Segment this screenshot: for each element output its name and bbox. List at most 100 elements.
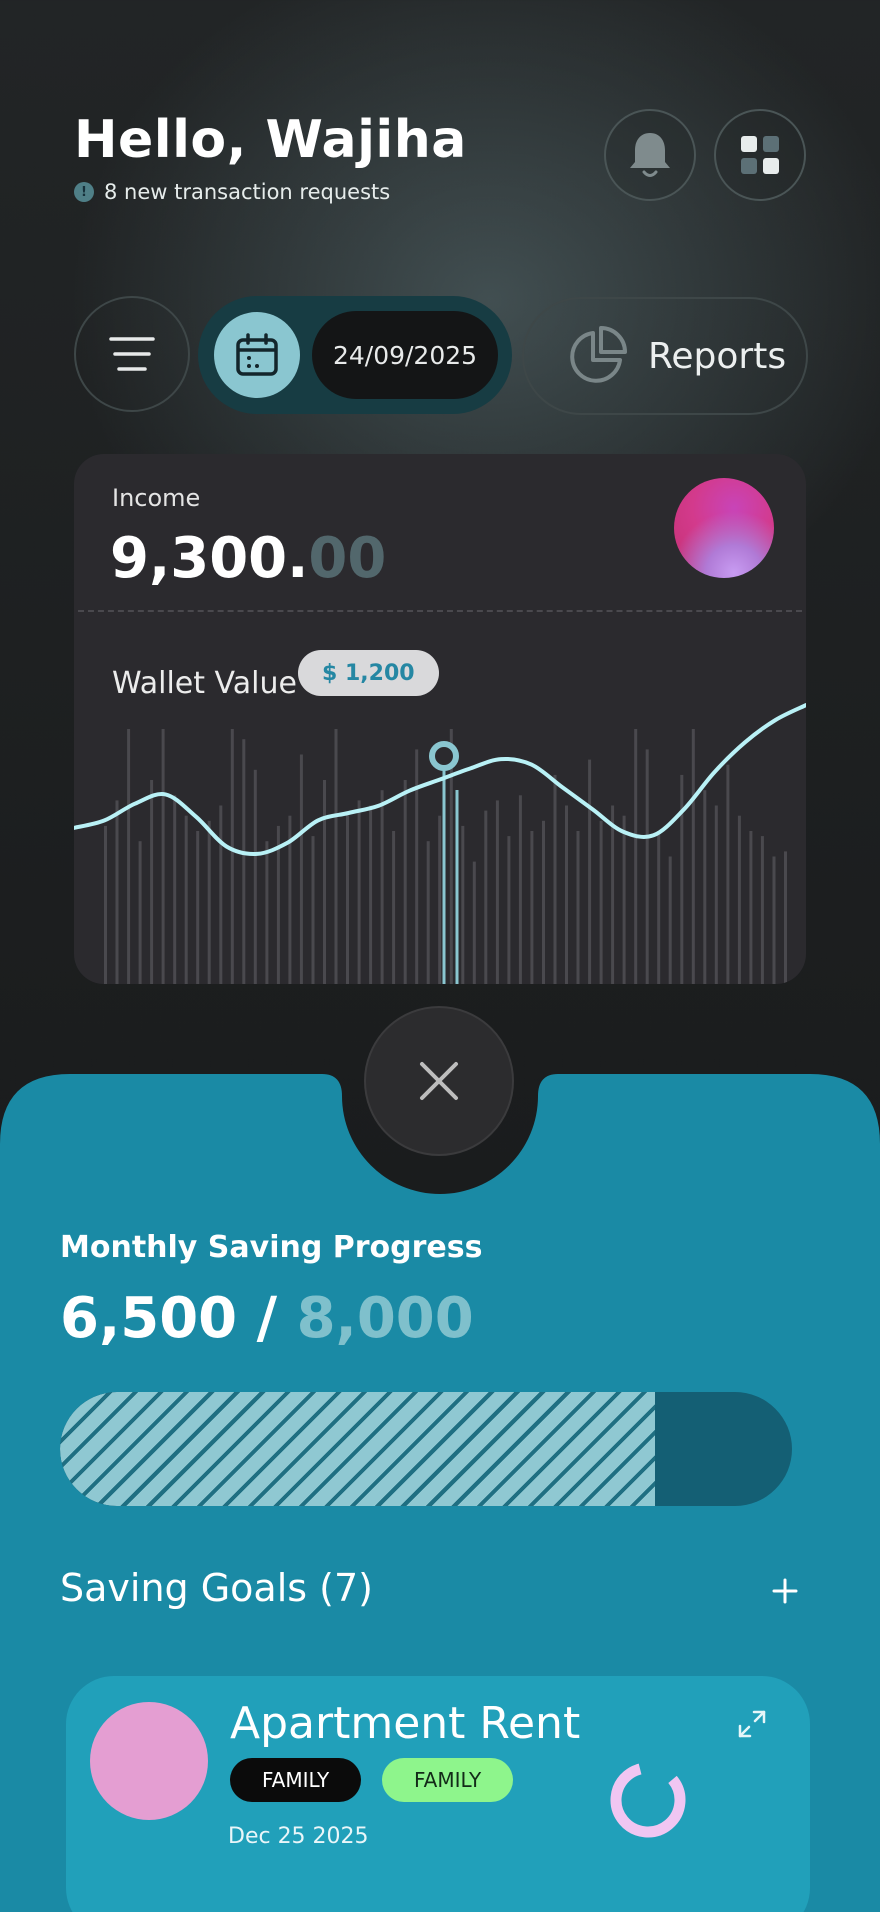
chart-bar (173, 795, 177, 984)
add-goal-button[interactable] (760, 1566, 810, 1616)
chart-bar (565, 805, 568, 984)
chart-bar (253, 769, 257, 984)
calendar-icon (236, 333, 278, 376)
calendar-button[interactable] (214, 312, 300, 398)
chart-bar (357, 800, 361, 984)
chart-bar (703, 790, 707, 984)
chart-bar (299, 754, 303, 984)
chart-bar (380, 790, 384, 984)
divider (78, 610, 802, 612)
chart-bar (749, 831, 753, 984)
chart-bar (542, 820, 545, 984)
goal-tag[interactable]: FAMILY (230, 1758, 362, 1802)
plus-icon (772, 1578, 798, 1604)
date-value[interactable]: 24/09/2025 (312, 311, 498, 399)
chart-bar (138, 841, 142, 984)
chart-bar (415, 749, 419, 984)
chart-marker-dot[interactable] (429, 741, 459, 771)
greeting-title: Hello, Wajiha (74, 110, 467, 170)
chart-bar (518, 795, 522, 984)
chart-bar (461, 825, 465, 984)
transaction-notice-text: 8 new transaction requests (104, 180, 391, 204)
chart-bar (426, 841, 430, 984)
chart-bar (265, 841, 269, 984)
income-value-decimal: 00 (308, 526, 387, 591)
chart-bar (438, 815, 442, 984)
saving-target: 8,000 (296, 1286, 474, 1351)
goal-progress-ring (610, 1762, 686, 1838)
income-label: Income (112, 484, 201, 512)
chart-bar (184, 815, 188, 984)
transaction-notice[interactable]: ! 8 new transaction requests (74, 180, 390, 204)
close-button[interactable] (364, 1006, 514, 1156)
chart-bar (207, 820, 211, 984)
income-value: 9,300.00 (110, 526, 386, 591)
saving-current: 6,500 (60, 1286, 238, 1351)
goal-card[interactable]: Apartment Rent FAMILY FAMILY Dec 25 2025 (66, 1676, 810, 1912)
grid-icon (741, 136, 779, 174)
chart-bar (726, 764, 730, 984)
saving-progress-title: Monthly Saving Progress (60, 1230, 483, 1265)
chart-bar (680, 774, 684, 984)
info-icon: ! (74, 182, 94, 202)
chart-bar (392, 831, 396, 984)
avatar[interactable] (674, 478, 774, 578)
expand-icon (738, 1710, 766, 1738)
chart-bar (645, 749, 649, 984)
chart-bar (495, 800, 499, 984)
chart-bar (403, 780, 407, 984)
chart-bar (346, 815, 349, 984)
saving-separator: / (237, 1286, 297, 1351)
chart-bar (219, 805, 223, 984)
chart-bar (588, 759, 592, 984)
chart-bar (553, 774, 557, 984)
chart-bar (196, 831, 200, 984)
chart-bar (507, 836, 511, 984)
saving-progress-bar (60, 1392, 792, 1506)
chart-bar (714, 805, 718, 984)
chart-bar (127, 729, 131, 984)
chart-bar (760, 836, 764, 984)
goal-tag[interactable]: FAMILY (382, 1758, 514, 1802)
income-card: Income 9,300.00 Wallet Value $ 1,200 (74, 454, 806, 984)
pie-chart-icon (570, 326, 627, 383)
notifications-button[interactable] (604, 109, 696, 201)
wallet-value-badge: $ 1,200 (298, 650, 439, 696)
saving-progress-value: 6,500 / 8,000 (60, 1286, 474, 1351)
chart-bar (634, 729, 638, 984)
goal-date: Dec 25 2025 (228, 1824, 369, 1849)
close-icon (420, 1062, 458, 1100)
filter-menu-button[interactable] (74, 296, 190, 412)
reports-label: Reports (648, 335, 787, 377)
income-value-main: 9,300. (110, 526, 309, 591)
chart-bar (242, 739, 246, 984)
chart-bar (784, 851, 787, 984)
saving-goals-title: Saving Goals (7) (60, 1566, 373, 1610)
chart-bar (576, 831, 580, 984)
chart-bar (369, 805, 373, 984)
chart-bar (611, 805, 615, 984)
chart-bar (657, 831, 661, 984)
chart-bar (530, 831, 534, 984)
chart-bar (484, 810, 488, 984)
chart-bar (668, 856, 672, 984)
wallet-chart[interactable] (74, 694, 806, 984)
expand-button[interactable] (732, 1704, 772, 1744)
chart-bar (150, 780, 154, 984)
chart-bar (622, 815, 626, 984)
bell-icon (630, 133, 670, 177)
apps-button[interactable] (714, 109, 806, 201)
goal-name: Apartment Rent (230, 1698, 581, 1749)
chart-bar (115, 800, 119, 984)
chart-bar (691, 729, 695, 984)
chart-bar (104, 825, 107, 984)
chart-bar (334, 729, 338, 984)
chart-bar (311, 836, 315, 984)
reports-button[interactable]: Reports (522, 297, 808, 415)
chart-bar (323, 780, 326, 984)
chart-bar (737, 815, 741, 984)
chart-bar (772, 856, 776, 984)
chart-bar (230, 729, 234, 984)
menu-icon (109, 337, 155, 371)
chart-bar (599, 820, 603, 984)
